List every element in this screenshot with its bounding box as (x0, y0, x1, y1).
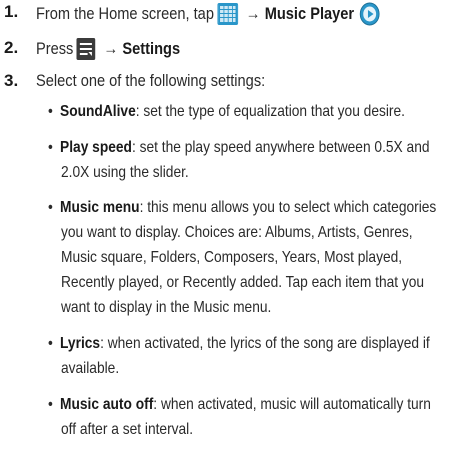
setting-desc: : set the play speed anywhere between 0.… (131, 139, 430, 156)
step-prefix: Press (36, 39, 74, 58)
list-item-play-speed: • Play speed: set the play speed anywhere… (48, 139, 430, 156)
arrow: → (103, 39, 119, 58)
setting-desc-cont: Recently played, or Recently added. Tap … (61, 274, 425, 291)
setting-desc-cont: 2.0X using the slider. (61, 164, 189, 181)
setting-desc-cont: available. (61, 360, 120, 377)
setting-name: Music menu (60, 199, 140, 216)
setting-desc-cont: you want to display. Choices are: Albums… (61, 224, 413, 241)
setting-desc: : set the type of equalization that you … (135, 103, 405, 120)
step-number: 1. (4, 2, 19, 21)
step-prefix: From the Home screen, tap (36, 4, 214, 23)
setting-name: Music auto off (60, 396, 154, 413)
list-item-soundalive: • SoundAlive: set the type of equalizatio… (48, 103, 405, 120)
arrow: → (245, 4, 261, 23)
setting-desc-cont: want to display in the Music menu. (61, 299, 272, 316)
setting-desc: : when activated, the lyrics of the song… (100, 335, 430, 352)
setting-name: Lyrics (60, 335, 101, 352)
step-target: Settings (122, 39, 181, 58)
manual-page: 1. From the Home screen, tap → Music Pla… (0, 0, 472, 456)
music-player-icon (359, 2, 380, 26)
list-item-music-auto-off: • Music auto off: when activated, music w… (48, 396, 431, 413)
step-text: Select one of the following settings: (36, 71, 265, 91)
setting-name: SoundAlive (60, 103, 136, 120)
menu-icon (76, 38, 96, 60)
setting-desc-cont: Music square, Folders, Composers, Years,… (61, 249, 403, 266)
setting-desc-cont: off after a set interval. (61, 421, 194, 438)
apps-grid-icon (217, 3, 239, 25)
setting-desc: : when activated, music will automatical… (153, 396, 431, 413)
step-text: Press → Settings (36, 38, 180, 60)
setting-desc: : this menu allows you to select which c… (139, 199, 437, 216)
step-target: Music Player (264, 4, 355, 23)
list-item-lyrics: • Lyrics: when activated, the lyrics of t… (48, 335, 430, 352)
setting-name: Play speed (60, 139, 132, 156)
step-text: From the Home screen, tap → Music Player (36, 2, 380, 26)
step-number: 2. (4, 38, 19, 57)
step-prefix: Select one of the following settings: (36, 71, 266, 90)
list-item-music-menu: • Music menu: this menu allows you to sel… (48, 199, 437, 216)
step-number: 3. (4, 71, 19, 90)
